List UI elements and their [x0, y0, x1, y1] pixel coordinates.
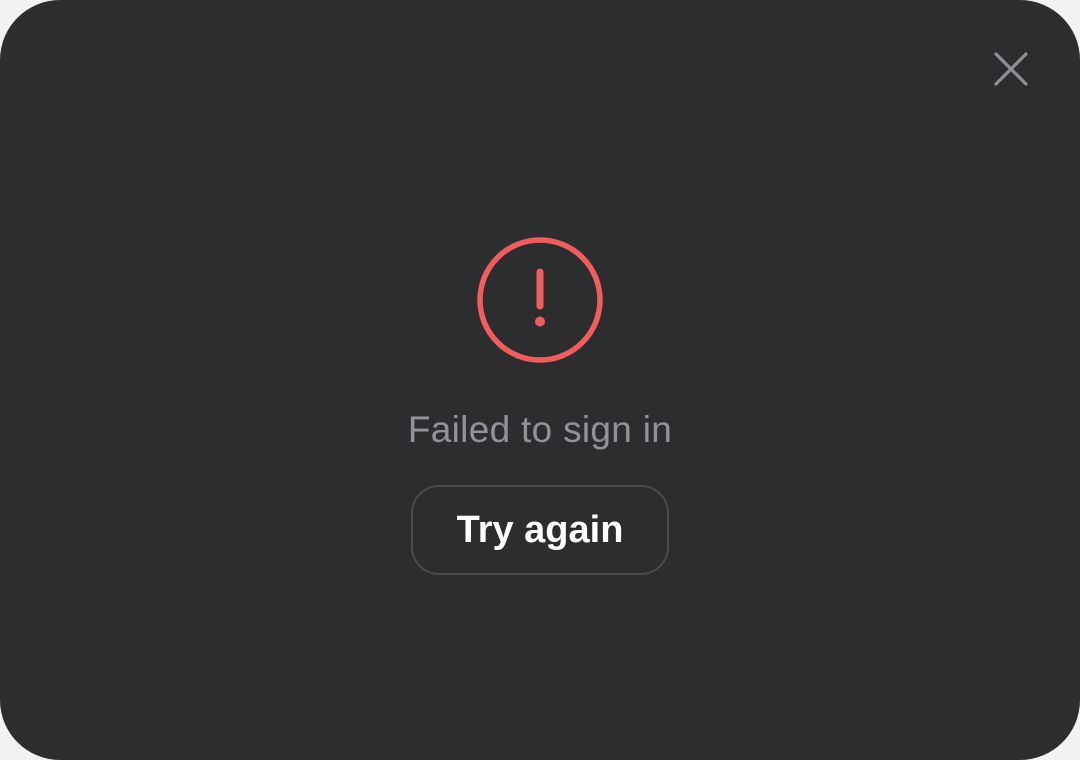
error-circle-icon	[476, 236, 604, 364]
close-button[interactable]	[983, 41, 1039, 97]
error-message: Failed to sign in	[407, 409, 673, 450]
sign-in-error-dialog: Failed to sign in Try again	[0, 0, 1080, 760]
close-icon	[994, 52, 1028, 86]
try-again-button[interactable]: Try again	[411, 485, 669, 575]
